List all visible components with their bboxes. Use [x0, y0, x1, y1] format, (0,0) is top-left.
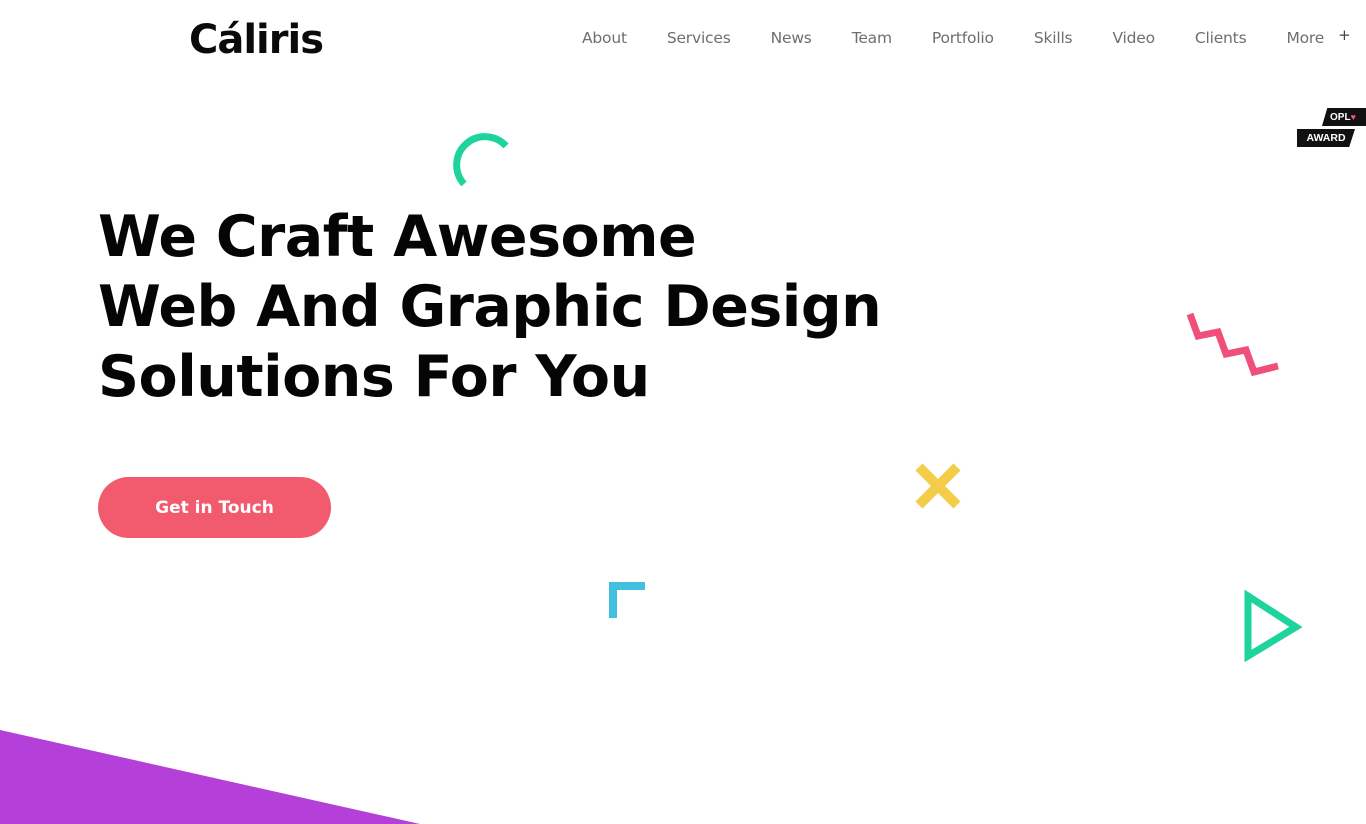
- nav-clients[interactable]: Clients: [1195, 26, 1247, 50]
- nav-team[interactable]: Team: [852, 26, 892, 50]
- award-badge-bottom: AWARD: [1297, 129, 1355, 147]
- arc-shape-icon: [453, 133, 509, 187]
- heart-icon: ♥: [1350, 112, 1356, 122]
- award-badge[interactable]: OPL♥ AWARD: [1294, 108, 1366, 150]
- main-nav: About Services News Team Portfolio Skill…: [582, 26, 1366, 50]
- zigzag-shape-icon: [1186, 312, 1279, 377]
- hero-title-line: We Craft Awesome: [98, 204, 697, 270]
- hero-title-line: Web And Graphic Design: [98, 274, 882, 340]
- triangle-shape-icon: [1244, 589, 1303, 663]
- nav-about[interactable]: About: [582, 26, 627, 50]
- nav-skills[interactable]: Skills: [1034, 26, 1073, 50]
- nav-video[interactable]: Video: [1112, 26, 1155, 50]
- nav-portfolio[interactable]: Portfolio: [932, 26, 994, 50]
- hero-title: We Craft Awesome Web And Graphic Design …: [98, 202, 882, 412]
- logo[interactable]: Cáliris: [189, 14, 324, 66]
- nav-services[interactable]: Services: [667, 26, 731, 50]
- hero-title-line: Solutions For You: [98, 344, 650, 410]
- plus-icon: +: [1338, 26, 1351, 44]
- award-badge-top-text: OPL: [1330, 112, 1351, 123]
- purple-corner-shape: [0, 730, 420, 824]
- nav-news[interactable]: News: [771, 26, 812, 50]
- nav-more-label: More: [1286, 29, 1325, 47]
- corner-shape-icon: [609, 582, 645, 618]
- x-shape-icon: [915, 463, 961, 509]
- award-badge-top: OPL♥: [1322, 108, 1366, 126]
- nav-more[interactable]: More +: [1286, 26, 1350, 50]
- get-in-touch-button[interactable]: Get in Touch: [98, 477, 331, 538]
